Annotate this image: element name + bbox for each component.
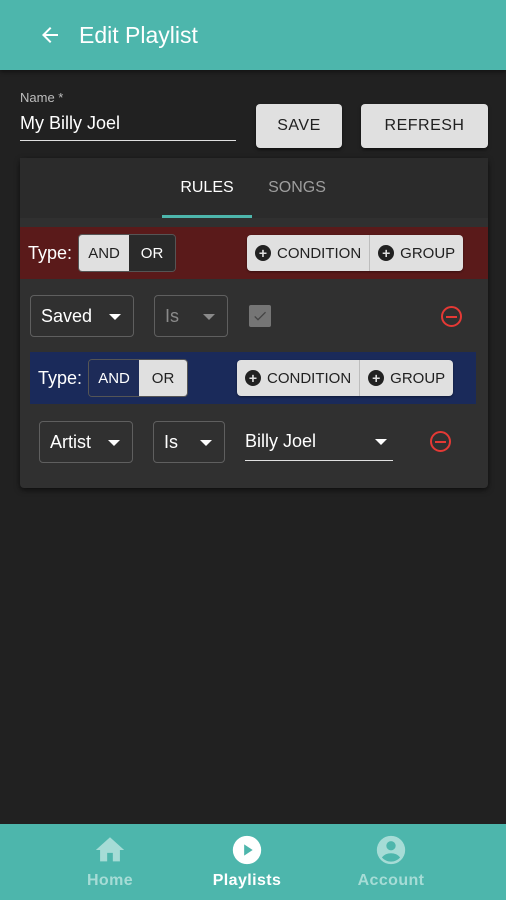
group-type-label: Type:: [38, 367, 83, 388]
play-circle-icon: [232, 835, 262, 865]
dropdown-arrow-icon: [108, 440, 120, 446]
plus-circle-icon: +: [378, 245, 395, 261]
nav-account[interactable]: Account: [321, 824, 461, 900]
add-group-button[interactable]: + GROUP: [369, 235, 464, 271]
condition-operator-select[interactable]: Is: [154, 295, 228, 337]
condition-checkbox[interactable]: [249, 305, 271, 327]
bottom-navigation: Home Playlists Account: [0, 824, 506, 900]
nav-playlists-label: Playlists: [212, 872, 282, 889]
group-type-label: Type:: [28, 242, 73, 263]
home-icon: [95, 837, 125, 862]
field-value: Artist: [50, 431, 92, 452]
outer-group-header: Type: AND OR + CONDITION + GROUP: [20, 227, 488, 279]
field-value: Saved: [41, 305, 93, 326]
tab-songs[interactable]: SONGS: [252, 158, 342, 218]
group-type-toggle: AND OR: [88, 359, 189, 397]
plus-circle-icon: +: [255, 245, 271, 261]
arrow-left-icon: [42, 27, 58, 43]
tab-indicator: [162, 215, 252, 218]
page-title: Edit Playlist: [79, 21, 198, 48]
add-condition-label: CONDITION: [267, 369, 352, 387]
account-circle-icon: [376, 835, 406, 865]
nav-account-label: Account: [357, 872, 425, 889]
rules-card: RULES SONGS Type: AND OR + CONDITION + G…: [20, 158, 488, 488]
app-bar: Edit Playlist: [0, 0, 506, 70]
refresh-button[interactable]: REFRESH: [361, 104, 488, 148]
artist-autocomplete-input[interactable]: Billy Joel: [245, 423, 393, 461]
remove-condition-icon[interactable]: [441, 306, 462, 327]
artist-value: Billy Joel: [245, 431, 317, 451]
save-button[interactable]: SAVE: [256, 104, 342, 148]
nav-home[interactable]: Home: [40, 824, 180, 900]
type-or-option[interactable]: OR: [139, 360, 188, 396]
group-type-toggle: AND OR: [78, 234, 177, 272]
dropdown-arrow-icon: [200, 440, 212, 446]
add-condition-button[interactable]: + CONDITION: [247, 235, 370, 271]
dropdown-arrow-icon: [109, 314, 121, 320]
type-or-option[interactable]: OR: [129, 235, 176, 271]
dropdown-arrow-icon: [375, 439, 387, 445]
plus-circle-icon: +: [245, 370, 261, 386]
condition-field-select[interactable]: Artist: [39, 421, 133, 463]
dropdown-arrow-icon: [203, 314, 215, 320]
operator-value: Is: [165, 305, 180, 326]
condition-operator-select[interactable]: Is: [153, 421, 225, 463]
add-group-label: GROUP: [390, 369, 446, 387]
nav-playlists[interactable]: Playlists: [177, 824, 317, 900]
plus-circle-icon: +: [368, 370, 385, 386]
condition-field-select[interactable]: Saved: [30, 295, 134, 337]
name-label: Name *: [20, 90, 64, 105]
playlist-name-field[interactable]: Name * My Billy Joel: [20, 90, 236, 141]
remove-condition-icon[interactable]: [430, 431, 451, 452]
add-buttons: + CONDITION + GROUP: [247, 235, 464, 271]
add-group-label: GROUP: [400, 244, 456, 262]
tab-rules[interactable]: RULES: [162, 158, 252, 218]
nav-home-label: Home: [86, 872, 134, 889]
tab-bar: RULES SONGS: [20, 158, 488, 218]
type-and-option[interactable]: AND: [89, 360, 140, 396]
add-buttons: + CONDITION + GROUP: [237, 360, 454, 396]
add-condition-label: CONDITION: [277, 244, 362, 262]
operator-value: Is: [164, 431, 179, 452]
add-condition-button[interactable]: + CONDITION: [237, 360, 360, 396]
add-group-button[interactable]: + GROUP: [359, 360, 454, 396]
checkmark-icon: [254, 311, 266, 321]
inner-group-header: Type: AND OR + CONDITION + GROUP: [30, 352, 476, 404]
type-and-option[interactable]: AND: [79, 235, 130, 271]
name-input[interactable]: My Billy Joel: [20, 113, 236, 141]
back-button[interactable]: [35, 20, 65, 50]
